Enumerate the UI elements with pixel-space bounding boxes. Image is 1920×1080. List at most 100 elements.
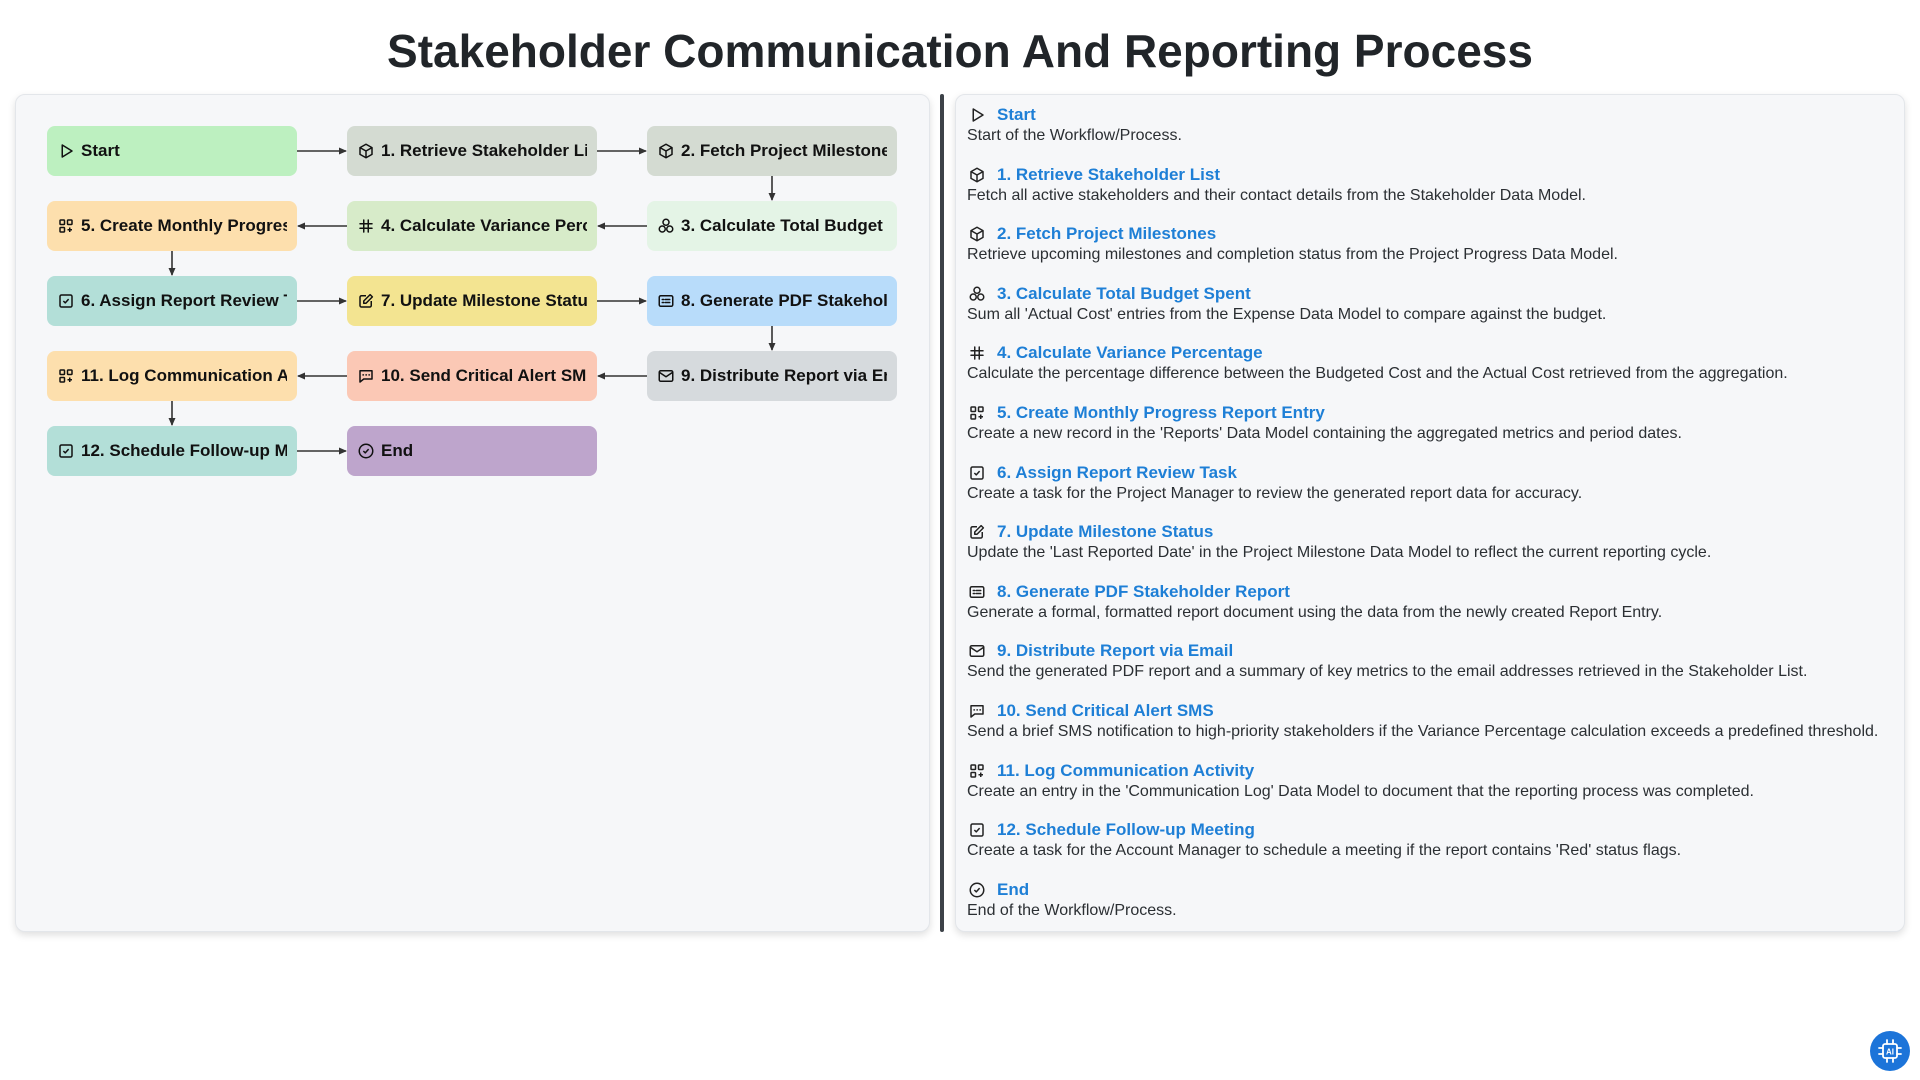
step-title-link[interactable]: 8. Generate PDF Stakeholder Report xyxy=(997,582,1290,602)
node-label: 2. Fetch Project Milestones xyxy=(681,141,887,160)
step-description: Create a task for the Project Manager to… xyxy=(967,484,1583,502)
cube-icon xyxy=(657,142,675,160)
node-step-7[interactable]: 7. Update Milestone Status xyxy=(347,276,597,326)
edit-icon xyxy=(357,292,375,310)
step-title-link[interactable]: 6. Assign Report Review Task xyxy=(997,463,1237,483)
node-step-5[interactable]: 5. Create Monthly Progress Report Entry xyxy=(47,201,297,251)
step-description: Calculate the percentage difference betw… xyxy=(967,365,1788,383)
node-label: Start xyxy=(81,141,120,160)
mail-icon xyxy=(657,367,675,385)
hash-icon xyxy=(968,344,986,362)
step-description: Send the generated PDF report and a summ… xyxy=(967,663,1808,681)
node-label: 11. Log Communication Activity xyxy=(81,366,287,385)
list-card-icon xyxy=(968,583,986,601)
hash-icon xyxy=(357,217,375,235)
cube-icon xyxy=(968,225,986,243)
cube-icon xyxy=(968,166,986,184)
node-label: 3. Calculate Total Budget Spent xyxy=(681,216,887,235)
node-step-9[interactable]: 9. Distribute Report via Email xyxy=(647,351,897,401)
node-step-12[interactable]: 12. Schedule Follow-up Meeting xyxy=(47,426,297,476)
node-start[interactable]: Start xyxy=(47,126,297,176)
step-item: 8. Generate PDF Stakeholder Report Gener… xyxy=(967,581,1897,641)
step-item: 11. Log Communication Activity Create an… xyxy=(967,760,1897,820)
step-title-link[interactable]: 5. Create Monthly Progress Report Entry xyxy=(997,403,1325,423)
node-label: 5. Create Monthly Progress Report Entry xyxy=(81,216,287,235)
panel-divider[interactable] xyxy=(940,94,944,932)
node-label: 4. Calculate Variance Percentage xyxy=(381,216,587,235)
step-item: 2. Fetch Project Milestones Retrieve upc… xyxy=(967,223,1897,283)
step-title-link[interactable]: 10. Send Critical Alert SMS xyxy=(997,701,1214,721)
check-circle-icon xyxy=(968,881,986,899)
node-step-1[interactable]: 1. Retrieve Stakeholder List xyxy=(347,126,597,176)
play-icon xyxy=(57,142,75,160)
node-label: 9. Distribute Report via Email xyxy=(681,366,887,385)
checkbox-icon xyxy=(57,442,75,460)
mail-icon xyxy=(968,642,986,660)
step-title-link[interactable]: 11. Log Communication Activity xyxy=(997,761,1254,781)
step-title-link[interactable]: 12. Schedule Follow-up Meeting xyxy=(997,820,1255,840)
grid-plus-icon xyxy=(57,217,75,235)
step-description: Generate a formal, formatted report docu… xyxy=(967,603,1663,621)
list-card-icon xyxy=(657,292,675,310)
step-description: Start of the Workflow/Process. xyxy=(967,127,1182,144)
cube-icon xyxy=(357,142,375,160)
step-description: Create a task for the Account Manager to… xyxy=(967,842,1682,860)
node-step-8[interactable]: 8. Generate PDF Stakeholder Report xyxy=(647,276,897,326)
step-description: Sum all 'Actual Cost' entries from the E… xyxy=(967,305,1607,323)
node-label: End xyxy=(381,441,414,460)
node-step-11[interactable]: 11. Log Communication Activity xyxy=(47,351,297,401)
three-circles-icon xyxy=(968,285,986,303)
node-label: 8. Generate PDF Stakeholder Report xyxy=(681,291,887,310)
node-step-10[interactable]: 10. Send Critical Alert SMS xyxy=(347,351,597,401)
step-description: Fetch all active stakeholders and their … xyxy=(967,186,1586,204)
step-item: 9. Distribute Report via Email Send the … xyxy=(967,640,1897,700)
ai-chip-icon: AI xyxy=(1875,1036,1905,1066)
step-item: 12. Schedule Follow-up Meeting Create a … xyxy=(967,819,1897,879)
node-end[interactable]: End xyxy=(347,426,597,476)
checkbox-icon xyxy=(968,464,986,482)
sms-icon xyxy=(968,702,986,720)
step-title-link[interactable]: End xyxy=(997,880,1029,900)
ai-assistant-button[interactable]: AI xyxy=(1870,1031,1910,1071)
node-step-4[interactable]: 4. Calculate Variance Percentage xyxy=(347,201,597,251)
checkbox-icon xyxy=(968,821,986,839)
play-icon xyxy=(968,106,986,124)
step-item: 4. Calculate Variance Percentage Calcula… xyxy=(967,342,1897,402)
step-description: Create an entry in the 'Communication Lo… xyxy=(967,782,1754,800)
node-step-3[interactable]: 3. Calculate Total Budget Spent xyxy=(647,201,897,251)
step-title-link[interactable]: 2. Fetch Project Milestones xyxy=(997,224,1216,244)
step-title-link[interactable]: Start xyxy=(997,105,1036,125)
grid-plus-icon xyxy=(968,762,986,780)
page-title: Stakeholder Communication And Reporting … xyxy=(387,25,1533,77)
step-item: 3. Calculate Total Budget Spent Sum all … xyxy=(967,283,1897,343)
sms-icon xyxy=(357,367,375,385)
step-description-list: Start Start of the Workflow/Process. 1. … xyxy=(967,104,1897,938)
checkbox-icon xyxy=(57,292,75,310)
grid-plus-icon xyxy=(57,367,75,385)
step-description: Update the 'Last Reported Date' in the P… xyxy=(967,544,1712,562)
step-description: Create a new record in the 'Reports' Dat… xyxy=(967,424,1682,442)
node-label: 7. Update Milestone Status xyxy=(381,291,587,310)
step-item: 1. Retrieve Stakeholder List Fetch all a… xyxy=(967,164,1897,224)
node-label: 6. Assign Report Review Task xyxy=(81,291,287,310)
step-description: Send a brief SMS notification to high-pr… xyxy=(967,722,1879,740)
step-title-link[interactable]: 7. Update Milestone Status xyxy=(997,522,1213,542)
check-circle-icon xyxy=(357,442,375,460)
node-step-6[interactable]: 6. Assign Report Review Task xyxy=(47,276,297,326)
step-description: End of the Workflow/Process. xyxy=(967,901,1177,919)
step-item: Start Start of the Workflow/Process. xyxy=(967,104,1897,164)
step-title-link[interactable]: 3. Calculate Total Budget Spent xyxy=(997,284,1251,304)
ai-badge-label: AI xyxy=(1886,1048,1894,1057)
step-item: 6. Assign Report Review Task Create a ta… xyxy=(967,462,1897,522)
step-title-link[interactable]: 1. Retrieve Stakeholder List xyxy=(997,165,1220,185)
step-title-link[interactable]: 9. Distribute Report via Email xyxy=(997,641,1233,661)
step-item: 5. Create Monthly Progress Report Entry … xyxy=(967,402,1897,462)
step-title-link[interactable]: 4. Calculate Variance Percentage xyxy=(997,343,1263,363)
node-step-2[interactable]: 2. Fetch Project Milestones xyxy=(647,126,897,176)
step-item: End End of the Workflow/Process. xyxy=(967,879,1897,939)
node-label: 12. Schedule Follow-up Meeting xyxy=(81,441,287,460)
node-label: 1. Retrieve Stakeholder List xyxy=(381,141,587,160)
grid-plus-icon xyxy=(968,404,986,422)
step-item: 7. Update Milestone Status Update the 'L… xyxy=(967,521,1897,581)
three-circles-icon xyxy=(657,217,675,235)
